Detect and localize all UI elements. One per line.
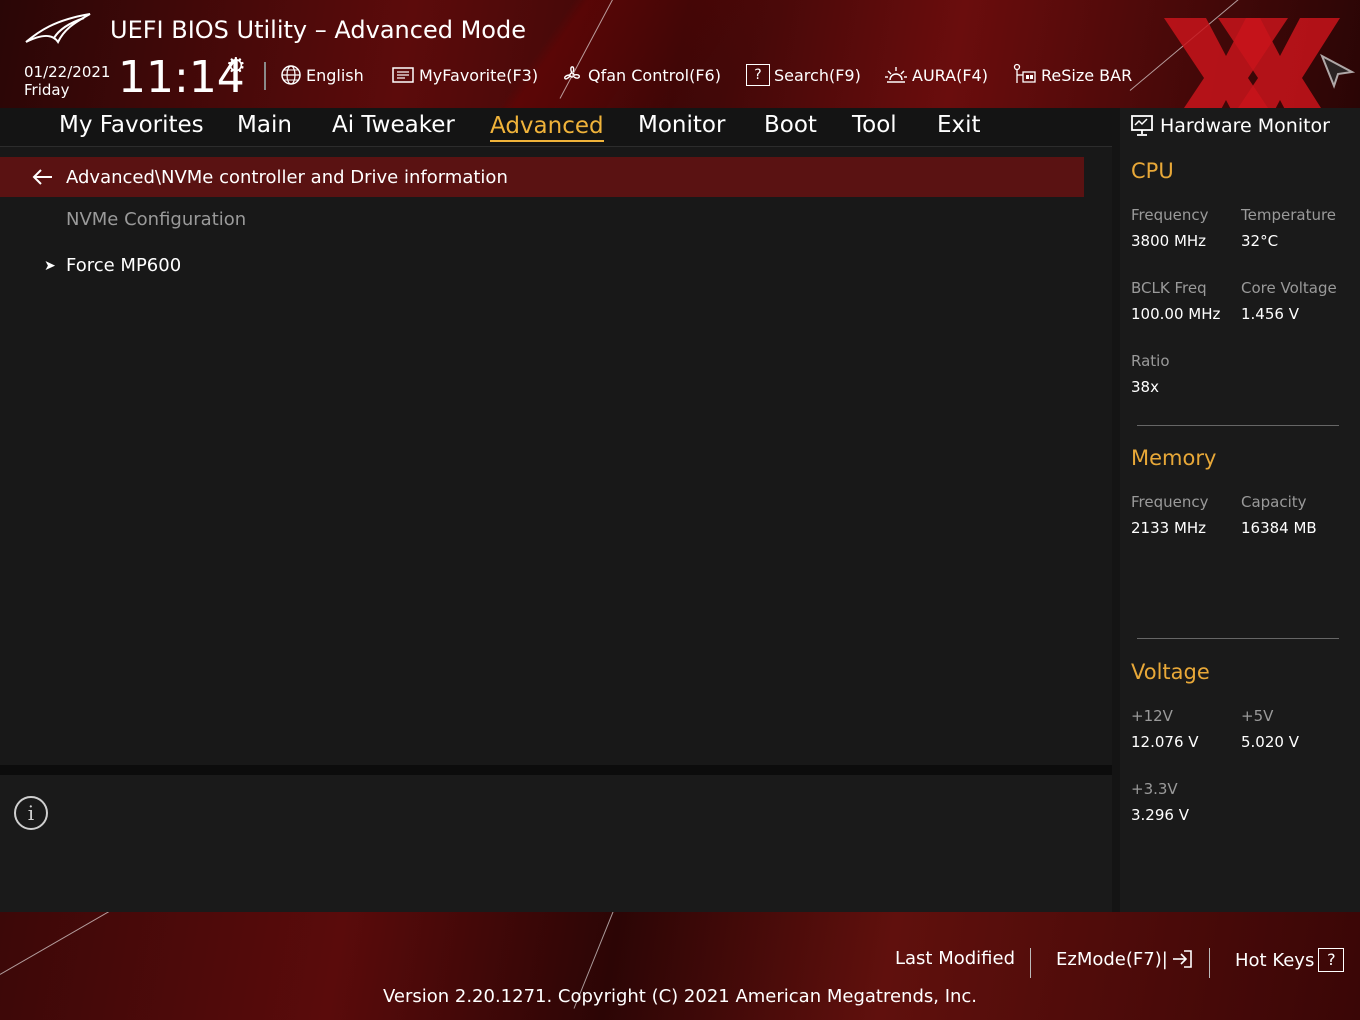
qfan-control-label: Qfan Control(F6) [588,65,721,85]
ezmode-button[interactable]: EzMode(F7)| [1056,948,1194,970]
footer-bar: Last Modified EzMode(F7)| Hot Keys ? Ver… [0,912,1360,1020]
top-bar: UEFI BIOS Utility – Advanced Mode 01/22/… [0,0,1360,108]
myfavorite-label: MyFavorite(F3) [419,65,539,85]
background-streak [0,912,209,975]
tab-my-favorites[interactable]: My Favorites [59,112,204,138]
ratio-label: Ratio [1131,352,1170,370]
main-content-panel: Advanced\NVMe controller and Drive infor… [0,147,1112,765]
core-voltage-value: 1.456 V [1241,305,1299,323]
cpu-heading: CPU [1131,159,1174,183]
v33-value: 3.296 V [1131,806,1189,824]
cpu-temperature-label: Temperature [1241,206,1337,224]
date-text: 01/22/2021 [24,63,111,81]
memory-heading: Memory [1131,446,1217,470]
breadcrumb[interactable]: Advanced\NVMe controller and Drive infor… [0,157,1084,197]
search-icon: ? [746,64,770,86]
day-text: Friday [24,81,70,99]
hardware-monitor-title: Hardware Monitor [1130,114,1330,138]
myfavorite-button[interactable]: MyFavorite(F3) [391,64,538,86]
info-icon: i [14,796,48,830]
language-label: English [306,65,364,85]
core-voltage-label: Core Voltage [1241,279,1337,297]
tab-monitor[interactable]: Monitor [638,112,725,138]
aura-button[interactable]: AURA(F4) [884,64,988,86]
memory-frequency-value: 2133 MHz [1131,519,1207,537]
help-info-panel: i [0,775,1112,912]
hot-keys-button[interactable]: Hot Keys ? [1235,948,1345,972]
tab-ai-tweaker[interactable]: Ai Tweaker [332,112,455,138]
exit-icon [1172,950,1192,968]
aura-label: AURA(F4) [912,65,988,85]
list-item-label: Force MP600 [66,255,182,276]
hot-keys-label: Hot Keys [1235,949,1315,971]
footer-divider [1209,948,1210,978]
v5-label: +5V [1241,707,1274,725]
section-label-nvme-configuration: NVMe Configuration [66,209,247,230]
ezmode-label: EzMode(F7)| [1056,948,1168,970]
chevron-right-icon: ➤ [44,257,56,274]
v5-value: 5.020 V [1241,733,1299,751]
divider [1137,425,1339,426]
mouse-cursor-icon [1320,53,1356,89]
search-label: Search(F9) [774,65,861,85]
language-button[interactable]: English [280,64,364,86]
tab-advanced[interactable]: Advanced [490,112,604,142]
last-modified-button[interactable]: Last Modified [895,948,1015,969]
resize-bar-button[interactable]: ReSize BAR [1013,63,1133,86]
main-tab-bar: My Favorites Main Ai Tweaker Advanced Mo… [0,108,1112,147]
favorite-icon [392,67,414,83]
cpu-frequency-label: Frequency [1131,206,1209,224]
tab-boot[interactable]: Boot [764,112,817,138]
v12-value: 12.076 V [1131,733,1199,751]
version-copyright: Version 2.20.1271. Copyright (C) 2021 Am… [382,986,978,1007]
memory-capacity-value: 16384 MB [1241,519,1317,537]
divider [1137,638,1339,639]
hardware-monitor-label: Hardware Monitor [1160,115,1330,137]
date-display: 01/22/2021 Friday [24,63,110,99]
globe-icon [281,65,301,85]
voltage-heading: Voltage [1131,660,1210,684]
v33-label: +3.3V [1131,780,1178,798]
cpu-frequency-value: 3800 MHz [1131,232,1207,250]
gear-icon[interactable]: ⚙ [226,54,246,79]
footer-divider [1030,948,1031,978]
cpu-temperature-value: 32°C [1241,232,1279,250]
resize-bar-icon [1013,63,1036,83]
back-arrow-icon[interactable] [32,169,54,185]
watermark-logo [1164,18,1340,108]
tab-main[interactable]: Main [237,112,292,138]
hardware-monitor-panel: Hardware Monitor CPU Frequency Temperatu… [1120,108,1360,912]
app-title: UEFI BIOS Utility – Advanced Mode [110,16,526,44]
fan-icon [564,66,580,80]
bclk-value: 100.00 MHz [1131,305,1221,323]
tab-tool[interactable]: Tool [852,112,897,138]
aura-icon [885,67,907,83]
memory-capacity-label: Capacity [1241,493,1307,511]
memory-frequency-label: Frequency [1131,493,1209,511]
v12-label: +12V [1131,707,1173,725]
search-button[interactable]: ? Search(F9) [746,64,861,86]
list-item-force-mp600[interactable]: ➤ Force MP600 [44,255,181,276]
breadcrumb-path: Advanced\NVMe controller and Drive infor… [66,166,508,188]
qfan-control-button[interactable]: Qfan Control(F6) [560,64,721,86]
monitor-icon [1131,115,1153,136]
rog-logo [25,13,91,44]
ratio-value: 38x [1131,378,1159,396]
help-icon: ? [1318,948,1345,972]
panel-divider [0,765,1112,775]
tab-exit[interactable]: Exit [937,112,981,138]
bclk-label: BCLK Freq [1131,279,1207,297]
toolbar-divider [264,62,266,90]
resize-bar-label: ReSize BAR [1041,65,1133,85]
